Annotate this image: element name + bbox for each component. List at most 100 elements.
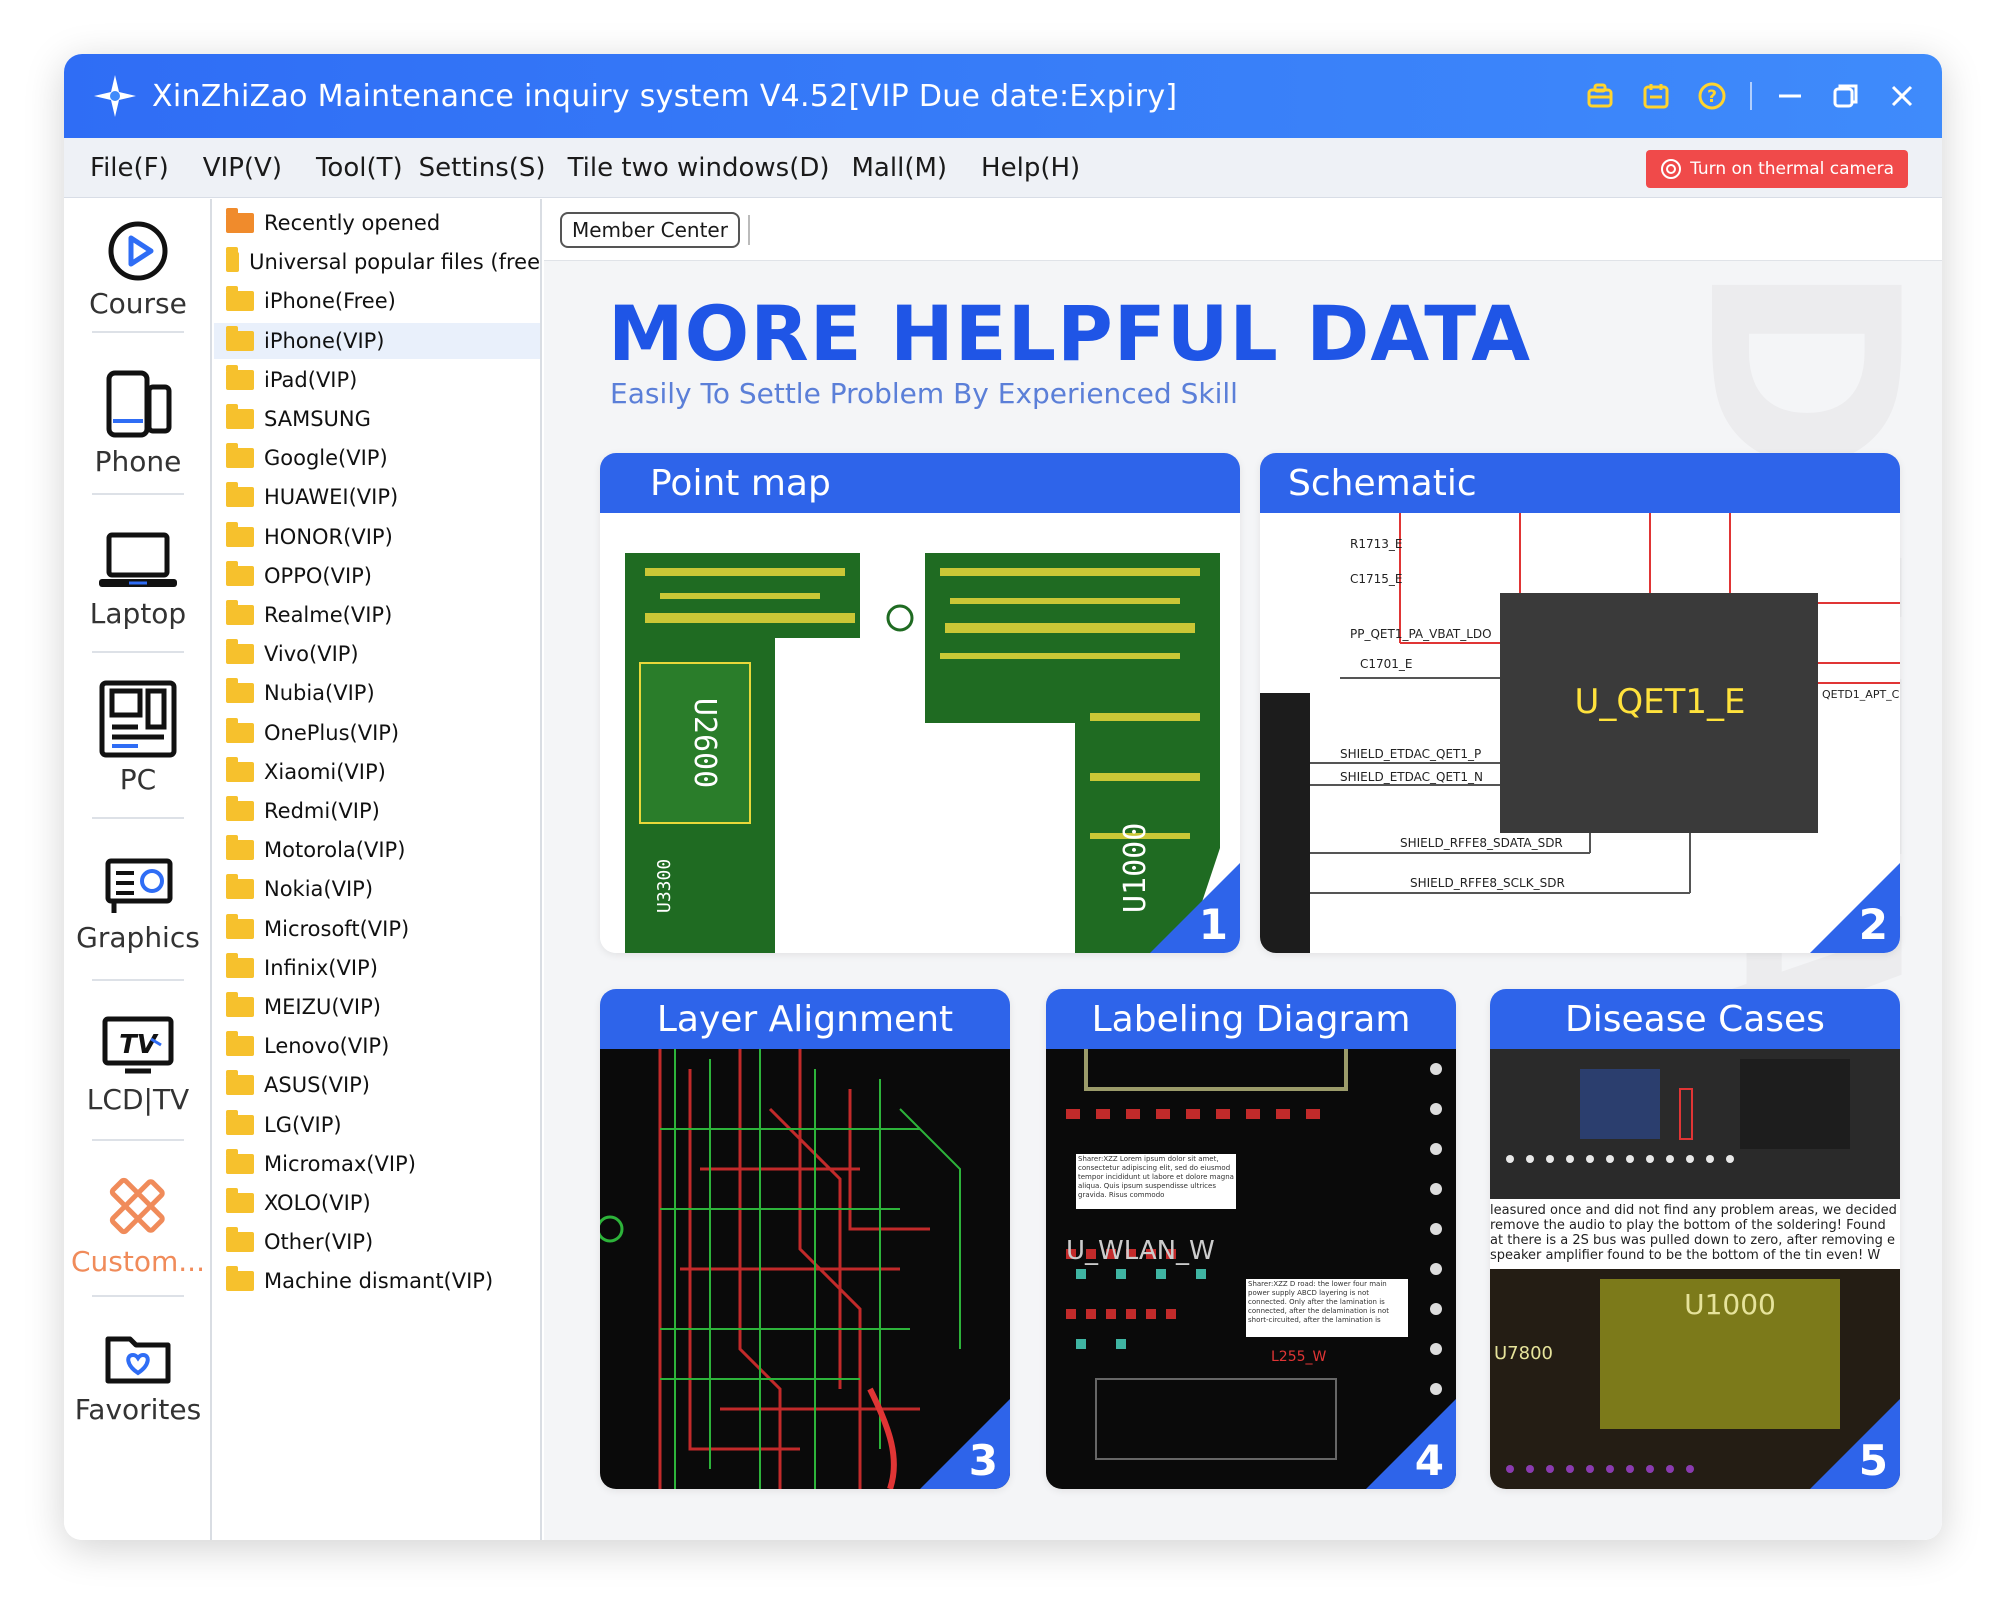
folder-icon xyxy=(226,286,254,312)
tree-item[interactable]: XOLO(VIP) xyxy=(214,1185,540,1221)
motherboard-icon xyxy=(99,680,177,758)
tree-item-label: Recently opened xyxy=(264,211,441,235)
nav-custom[interactable]: Custom... xyxy=(64,1167,212,1278)
tree-item[interactable]: Recently opened xyxy=(214,205,540,241)
app-logo-icon xyxy=(92,73,138,119)
tree-item-label: Xiaomi(VIP) xyxy=(264,759,386,784)
title-bar: XinZhiZao Maintenance inquiry system V4.… xyxy=(64,54,1942,138)
tree-item-label: XOLO(VIP) xyxy=(264,1191,371,1215)
phone-icon xyxy=(106,370,172,438)
nav-laptop[interactable]: Laptop xyxy=(64,529,212,630)
tree-item[interactable]: LG(VIP) xyxy=(214,1107,540,1143)
svg-text:?: ? xyxy=(1707,87,1717,107)
point-map-image: U2600 U3300 U1000 xyxy=(600,513,1240,953)
schematic-label-5: SHIELD_ETDAC_QET1_P xyxy=(1340,747,1481,761)
menu-help[interactable]: Help(H) xyxy=(981,153,1080,183)
promo-banner: DATA MORE HELPFUL DATA Easily To Settle … xyxy=(544,261,1942,1540)
tree-item-label: Redmi(VIP) xyxy=(264,799,380,823)
calendar-icon[interactable] xyxy=(1638,78,1674,114)
disease-chip-label: U1000 xyxy=(1684,1288,1776,1321)
tree-item[interactable]: Motorola(VIP) xyxy=(214,832,540,868)
nav-favorites-label: Favorites xyxy=(74,1393,202,1426)
tree-item[interactable]: HUAWEI(VIP) xyxy=(214,479,540,515)
favorites-folder-icon xyxy=(105,1336,171,1384)
folder-icon xyxy=(226,1031,254,1057)
main-toolbar: Member Center xyxy=(544,199,1942,261)
tree-item-label: iPhone(VIP) xyxy=(264,328,385,353)
menu-bar: File(F) VIP(V) Tool(T) Settins(S) Tile t… xyxy=(64,138,1942,198)
tree-item[interactable]: Nubia(VIP) xyxy=(214,675,540,711)
menu-file[interactable]: File(F) xyxy=(90,153,169,183)
folder-icon xyxy=(226,560,254,586)
card-disease-cases[interactable]: Disease Cases leasured once and did not … xyxy=(1490,989,1900,1489)
nav-favorites[interactable]: Favorites xyxy=(64,1325,212,1426)
tree-item[interactable]: Vivo(VIP) xyxy=(214,636,540,672)
nav-lcd-tv-label: LCD|TV xyxy=(86,1083,190,1116)
tree-item[interactable]: Microsoft(VIP) xyxy=(214,911,540,947)
tree-item[interactable]: Machine dismant(VIP) xyxy=(214,1263,540,1299)
thermal-camera-button[interactable]: Turn on thermal camera xyxy=(1646,150,1908,188)
tree-item[interactable]: HONOR(VIP) xyxy=(214,519,540,555)
card-number: 5 xyxy=(1858,1436,1888,1485)
nav-graphics-label: Graphics xyxy=(76,921,200,954)
nav-pc[interactable]: PC xyxy=(64,679,212,796)
tree-item[interactable]: Nokia(VIP) xyxy=(214,871,540,907)
tree-item[interactable]: iPad(VIP) xyxy=(214,362,540,398)
folder-icon xyxy=(226,1109,254,1135)
tree-item-label: Nokia(VIP) xyxy=(264,877,374,902)
tree-item[interactable]: ASUS(VIP) xyxy=(214,1067,540,1103)
menu-tile-windows[interactable]: Tile two windows(D) xyxy=(568,153,830,183)
tree-item[interactable]: iPhone(VIP) xyxy=(214,322,540,359)
nav-graphics[interactable]: Graphics xyxy=(64,853,212,954)
tree-item[interactable]: Realme(VIP) xyxy=(214,597,540,633)
graphics-card-icon xyxy=(105,858,173,913)
tree-item[interactable]: Universal popular files (free xyxy=(214,244,540,280)
schematic-chip-label: U_QET1_E xyxy=(1574,682,1745,722)
tree-item-label: HUAWEI(VIP) xyxy=(264,485,399,510)
tree-item[interactable]: OnePlus(VIP) xyxy=(214,715,540,751)
card-title: Point map xyxy=(600,453,1240,513)
folder-icon xyxy=(226,521,254,547)
folder-icon xyxy=(226,1070,254,1096)
tree-item-label: Other(VIP) xyxy=(264,1230,374,1255)
camera-icon xyxy=(1661,159,1682,179)
tree-item[interactable]: SAMSUNG xyxy=(214,401,540,437)
tree-item[interactable]: Redmi(VIP) xyxy=(214,793,540,829)
folder-icon xyxy=(226,796,254,821)
tree-item[interactable]: Lenovo(VIP) xyxy=(214,1028,540,1064)
card-schematic[interactable]: Schematic U_QET1_E R1713_E C1715_E PP_QE… xyxy=(1260,453,1900,953)
menu-tool[interactable]: Tool(T) xyxy=(316,153,403,183)
tree-item-label: Infinix(VIP) xyxy=(264,955,378,980)
card-point-map[interactable]: Point map U2600 U3300 U1000 1 xyxy=(600,453,1240,953)
tree-item-label: OPPO(VIP) xyxy=(264,563,372,588)
tree-item[interactable]: OPPO(VIP) xyxy=(214,558,540,594)
tree-item[interactable]: Infinix(VIP) xyxy=(214,950,540,986)
member-center-tab[interactable]: Member Center xyxy=(560,211,740,248)
thermal-camera-label: Turn on thermal camera xyxy=(1690,159,1894,179)
nav-lcd-tv[interactable]: TV LCD|TV xyxy=(64,1013,212,1116)
menu-vip[interactable]: VIP(V) xyxy=(203,153,282,183)
nav-pc-label: PC xyxy=(119,763,157,796)
tree-item[interactable]: Micromax(VIP) xyxy=(214,1146,540,1182)
tree-item[interactable]: MEIZU(VIP) xyxy=(214,989,540,1025)
nav-course[interactable]: Course xyxy=(64,219,212,320)
card-layer-alignment[interactable]: Layer Alignment 3 xyxy=(600,989,1010,1489)
tree-item[interactable]: Xiaomi(VIP) xyxy=(214,754,540,790)
close-icon[interactable] xyxy=(1884,78,1920,114)
briefcase-icon[interactable] xyxy=(1582,78,1618,114)
folder-icon xyxy=(226,247,240,273)
tree-item-label: MEIZU(VIP) xyxy=(264,995,381,1019)
tree-item[interactable]: Other(VIP) xyxy=(214,1224,540,1260)
menu-mall[interactable]: Mall(M) xyxy=(852,153,948,183)
tree-item[interactable]: iPhone(Free) xyxy=(214,283,540,319)
card-labeling-diagram[interactable]: Labeling Diagram Sharer:XZZ Lorem ipsum … xyxy=(1046,989,1456,1489)
restore-icon[interactable] xyxy=(1828,78,1864,114)
tree-item[interactable]: Google(VIP) xyxy=(214,440,540,476)
minimize-icon[interactable] xyxy=(1772,78,1808,114)
menu-settings[interactable]: Settins(S) xyxy=(419,153,546,183)
card-number: 2 xyxy=(1858,900,1888,949)
nav-phone[interactable]: Phone xyxy=(64,367,212,478)
help-icon[interactable]: ? xyxy=(1694,78,1730,114)
folder-icon xyxy=(226,835,254,861)
folder-icon xyxy=(226,678,254,704)
